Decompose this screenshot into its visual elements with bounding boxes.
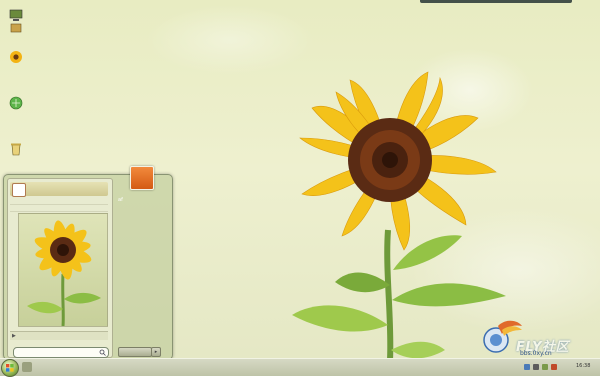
start-menu-left-pane: ▶ [7,178,113,358]
tray-icon[interactable] [533,364,539,370]
start-search-box[interactable] [13,347,109,358]
start-menu: ▶ af ▸ [3,166,173,360]
start-search-input[interactable] [17,348,95,357]
all-programs-button[interactable]: ▶ [10,331,108,340]
search-icon[interactable] [99,349,106,356]
user-folder-icon [9,22,23,36]
right-pane-item[interactable]: af [118,197,123,203]
start-button[interactable] [1,359,19,377]
desktop-icon-sunflower-app[interactable] [2,50,30,66]
desktop-background: ▶ af ▸ FLY社区 bbs.0xy.cn [0,0,600,375]
recent-program-item[interactable] [10,205,108,212]
user-picture-tile[interactable] [130,166,154,190]
tray-icon[interactable] [551,364,557,370]
taskbar: 16:38 [0,358,600,377]
tray-icon[interactable] [542,364,548,370]
shutdown-button[interactable] [118,347,152,357]
fly-url-text: bbs.0xy.cn [520,350,552,357]
network-icon [9,96,23,110]
sunflower-icon [9,50,23,64]
recent-program-item[interactable] [10,198,108,205]
taskbar-clock[interactable]: 16:38 [576,363,590,369]
start-menu-right-pane: af ▸ [114,166,172,359]
user-avatar [12,183,26,197]
start-menu-user-row[interactable] [10,182,108,197]
desktop-icon-recycle-bin[interactable] [2,142,30,158]
chevron-right-icon: ▸ [154,349,158,355]
desktop-icon-user-folder[interactable] [2,22,30,38]
windows-logo-icon [6,364,14,372]
taskbar-quicklaunch-button[interactable] [22,362,32,372]
computer-icon [9,8,23,22]
shutdown-options-button[interactable]: ▸ [151,347,161,357]
recycle-bin-icon [9,142,23,156]
desktop-icon-network[interactable] [2,96,30,112]
tray-icon[interactable] [524,364,530,370]
arrow-right-icon: ▶ [12,333,16,339]
sunflower-preview-thumbnail [18,213,108,327]
